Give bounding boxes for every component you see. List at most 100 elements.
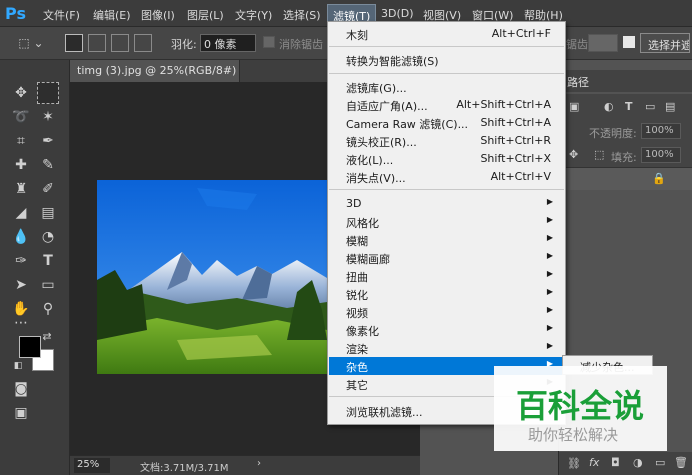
menu-item-liquify[interactable]: 液化(L)... Shift+Ctrl+X <box>329 150 564 168</box>
type-tool-icon[interactable]: T <box>37 250 59 272</box>
new-group-icon[interactable]: ▭ <box>655 456 665 469</box>
filter-type-icon[interactable]: T <box>625 100 633 113</box>
menu-item-label: 锐化 <box>346 289 368 302</box>
add-selection-icon[interactable] <box>88 34 106 52</box>
menu-item-stylize[interactable]: 风格化 ▶ <box>329 213 564 231</box>
path-selection-tool-icon[interactable]: ➤ <box>10 274 32 296</box>
menu-item-label: 视频 <box>346 307 368 320</box>
lock-artboard-icon[interactable]: ⬚ <box>594 148 604 161</box>
menu-edit[interactable]: 编辑(E) <box>93 7 131 23</box>
fill-row: ✥ ⬚ 填充: 100% <box>559 142 692 168</box>
menu-item-label: 其它 <box>346 379 368 392</box>
foreground-color-swatch[interactable] <box>19 336 41 358</box>
more-tools-icon[interactable]: ⋯ <box>10 312 32 334</box>
filter-smart-icon[interactable]: ▤ <box>665 100 675 113</box>
quick-mask-icon[interactable]: ◙ <box>10 378 32 400</box>
menu-item-label: 木刻 <box>346 29 368 42</box>
swap-colors-icon[interactable]: ⇄ <box>40 330 54 344</box>
menu-item-convert-smart-filter[interactable]: 转换为智能滤镜(S) <box>329 51 564 69</box>
filter-image-icon[interactable]: ▣ <box>569 100 579 113</box>
default-colors-icon[interactable]: ◧ <box>12 360 24 372</box>
gradient-tool-icon[interactable]: ▤ <box>37 202 59 224</box>
lock-icon: 🔒 <box>652 172 666 185</box>
healing-brush-tool-icon[interactable]: ✚ <box>10 154 32 176</box>
menu-item-blur[interactable]: 模糊 ▶ <box>329 231 564 249</box>
menu-layer[interactable]: 图层(L) <box>187 7 224 23</box>
history-brush-tool-icon[interactable]: ✐ <box>37 178 59 200</box>
menu-item-render[interactable]: 渲染 ▶ <box>329 339 564 357</box>
rectangle-tool-icon[interactable]: ▭ <box>37 274 59 296</box>
filter-adjust-icon[interactable]: ◐ <box>604 100 614 113</box>
antialias-checkbox[interactable] <box>263 36 275 48</box>
menu-file[interactable]: 文件(F) <box>43 7 80 23</box>
fx-icon[interactable]: fx <box>589 456 599 469</box>
rect-marquee-tool-icon[interactable] <box>37 82 59 104</box>
adjustment-layer-icon[interactable]: ◑ <box>633 456 643 469</box>
crop-tool-icon[interactable]: ⌗ <box>10 130 32 152</box>
menu-3d[interactable]: 3D(D) <box>381 7 414 20</box>
subtract-selection-icon[interactable] <box>111 34 129 52</box>
tab-paths[interactable]: 路径 <box>567 74 589 90</box>
eyedropper-tool-icon[interactable]: ✒ <box>37 130 59 152</box>
stamp-tool-icon[interactable]: ♜ <box>10 178 32 200</box>
menu-item-label: 液化(L)... <box>346 154 394 167</box>
select-and-mask-button[interactable]: 选择并遮 <box>640 33 690 53</box>
menu-image[interactable]: 图像(I) <box>141 7 175 23</box>
menu-item-woodcut[interactable]: 木刻 Alt+Ctrl+F <box>329 25 564 43</box>
menu-item-3d[interactable]: 3D ▶ <box>329 195 564 213</box>
document-size: 文档:3.71M/3.71M <box>140 463 229 474</box>
menu-item-adaptive-wide-angle[interactable]: 自适应广角(A)... Alt+Shift+Ctrl+A <box>329 96 564 114</box>
submenu-arrow-icon: ▶ <box>546 215 553 224</box>
menu-item-filter-gallery[interactable]: 滤镜库(G)... <box>329 78 564 96</box>
dodge-tool-icon[interactable]: ◔ <box>37 226 59 248</box>
menu-select[interactable]: 选择(S) <box>283 7 321 23</box>
status-bar: 25% 文档:3.71M/3.71M › <box>70 455 420 475</box>
zoom-tool-icon[interactable]: ⚲ <box>37 298 59 320</box>
zoom-field[interactable]: 25% <box>74 458 110 473</box>
opacity-row: 不透明度: 100% <box>559 118 692 144</box>
new-selection-icon[interactable] <box>65 34 83 52</box>
link-layers-icon[interactable]: ⛓ <box>567 457 581 470</box>
menu-item-label: 模糊 <box>346 235 368 248</box>
menu-item-distort[interactable]: 扭曲 ▶ <box>329 267 564 285</box>
marquee-preset-icon[interactable]: ⬚ ⌄ <box>16 32 46 54</box>
pen-tool-icon[interactable]: ✑ <box>10 250 32 272</box>
menu-item-pixelate[interactable]: 像素化 ▶ <box>329 321 564 339</box>
lasso-tool-icon[interactable]: ➰ <box>10 106 32 128</box>
move-tool-icon[interactable]: ✥ <box>10 82 32 104</box>
feather-input[interactable]: 0 像素 <box>200 34 256 52</box>
add-mask-icon[interactable]: ◘ <box>611 456 620 469</box>
delete-layer-icon[interactable]: 🗑 <box>674 456 688 469</box>
opacity-input[interactable]: 100% <box>641 123 681 139</box>
menu-item-label: 转换为智能滤镜(S) <box>346 55 439 68</box>
background-layer-row[interactable]: 🔒 <box>559 168 692 190</box>
watermark-logo: 百科全说 助你轻松解决 <box>494 366 667 451</box>
blur-tool-icon[interactable]: 💧 <box>10 226 32 248</box>
mask-checkbox[interactable] <box>623 36 635 48</box>
menu-type[interactable]: 文字(Y) <box>235 7 272 23</box>
menu-item-label: 浏览联机滤镜... <box>346 406 423 419</box>
menu-item-shortcut: Alt+Ctrl+V <box>490 170 551 183</box>
menu-item-vanishing-point[interactable]: 消失点(V)... Alt+Ctrl+V <box>329 168 564 186</box>
menu-item-camera-raw[interactable]: Camera Raw 滤镜(C)... Shift+Ctrl+A <box>329 114 564 132</box>
menu-item-label: 像素化 <box>346 325 379 338</box>
fill-input[interactable]: 100% <box>641 147 681 163</box>
filter-shape-icon[interactable]: ▭ <box>645 100 655 113</box>
lock-position-icon[interactable]: ✥ <box>569 148 578 161</box>
menu-item-label: 镜头校正(R)... <box>346 136 417 149</box>
menu-item-video[interactable]: 视频 ▶ <box>329 303 564 321</box>
intersect-selection-icon[interactable] <box>134 34 152 52</box>
menu-item-lens-correction[interactable]: 镜头校正(R)... Shift+Ctrl+R <box>329 132 564 150</box>
menu-item-blur-gallery[interactable]: 模糊画廊 ▶ <box>329 249 564 267</box>
brush-tool-icon[interactable]: ✎ <box>37 154 59 176</box>
status-menu-arrow[interactable]: › <box>257 458 261 469</box>
option-field[interactable] <box>588 34 618 52</box>
magic-wand-tool-icon[interactable]: ✶ <box>37 106 59 128</box>
feather-label: 羽化: <box>171 38 197 51</box>
menu-item-label: Camera Raw 滤镜(C)... <box>346 118 469 131</box>
document-tab[interactable]: timg (3).jpg @ 25%(RGB/8#) *× <box>70 60 261 82</box>
eraser-tool-icon[interactable]: ◢ <box>10 202 32 224</box>
document-image[interactable] <box>97 180 327 374</box>
screen-mode-icon[interactable]: ▣ <box>10 402 32 424</box>
menu-item-sharpen[interactable]: 锐化 ▶ <box>329 285 564 303</box>
